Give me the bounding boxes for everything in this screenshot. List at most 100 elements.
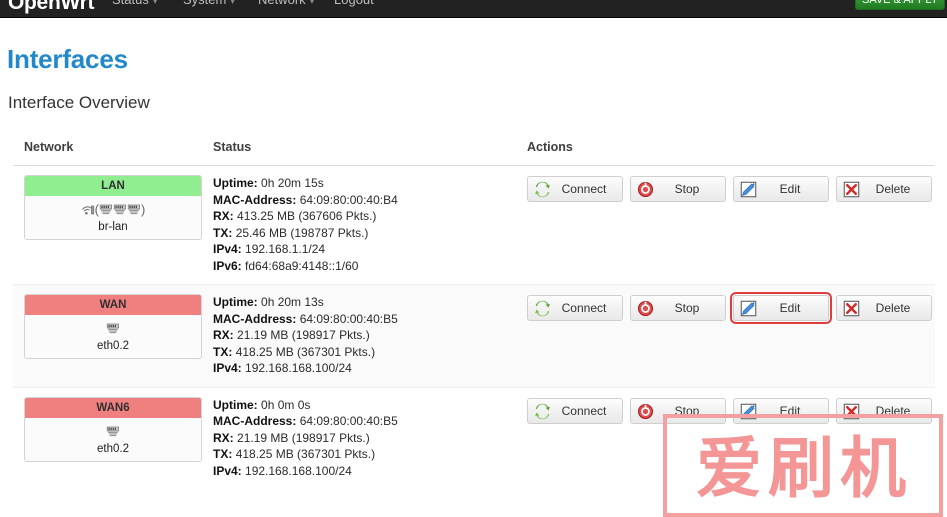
connect-button[interactable]: Connect: [527, 397, 623, 424]
status-label: TX:: [213, 225, 233, 240]
status-line: Uptime: 0h 20m 13s: [213, 294, 518, 311]
status-line: TX: 418.25 MB (367301 Pkts.): [213, 446, 518, 463]
edit-icon: [740, 181, 757, 198]
table-header: Network Status Actions: [13, 131, 935, 166]
status-line: Uptime: 0h 0m 0s: [213, 397, 518, 414]
status-line: RX: 21.19 MB (198917 Pkts.): [213, 430, 518, 447]
zone-interface-name: eth0.2: [97, 442, 129, 455]
zone-badge-lan[interactable]: LAN () br-lan: [24, 175, 202, 240]
delete-button[interactable]: Delete: [836, 295, 932, 321]
button-label: Connect: [561, 301, 607, 315]
status-line: IPv4: 192.168.168.100/24: [213, 360, 518, 377]
nav-item-logout-label: Logout: [334, 0, 374, 7]
nav-item-system-label: System: [183, 0, 226, 7]
button-label: Connect: [561, 403, 607, 418]
action-button-group: Connect Stop Edit Delete: [527, 397, 935, 424]
table-row: WAN6 eth0.2 Uptime: 0h 0m 0s MAC-Address: 6…: [13, 387, 935, 489]
zone-device-icons: (): [29, 203, 197, 219]
status-value: 0h 20m 15s: [261, 176, 324, 190]
status-label: Uptime:: [213, 295, 258, 309]
edit-icon: [740, 403, 757, 420]
column-header-status: Status: [203, 131, 518, 166]
page-title: Interfaces: [7, 44, 128, 74]
status-value: 192.168.1.1/24: [245, 242, 326, 256]
chevron-down-icon: ▾: [152, 0, 158, 6]
connect-button[interactable]: Connect: [527, 295, 623, 321]
action-button-group: Connect Stop Edit Delete: [527, 292, 935, 324]
status-label: IPv4:: [213, 361, 242, 375]
status-value: 413.25 MB (367606 Pkts.): [237, 209, 377, 223]
connect-icon: [534, 403, 551, 420]
status-line: Uptime: 0h 20m 15s: [213, 175, 518, 192]
status-list: Uptime: 0h 0m 0s MAC-Address: 64:09:80:00…: [213, 397, 518, 480]
status-cell: Uptime: 0h 0m 0s MAC-Address: 64:09:80:00…: [203, 387, 518, 489]
nav-item-logout[interactable]: Logout: [334, 0, 374, 7]
button-label: Stop: [674, 182, 700, 196]
nav-item-network[interactable]: Network▾: [258, 0, 314, 7]
button-label: Edit: [779, 403, 801, 418]
table-row: LAN() br-lan Uptime: 0h 20m 15s MAC-Address…: [13, 165, 935, 285]
button-label: Edit: [779, 182, 801, 196]
edit-button[interactable]: Edit: [730, 292, 832, 324]
network-cell: WAN eth0.2: [13, 284, 203, 388]
delete-icon: [843, 403, 860, 420]
top-navigation-bar: OpenWrt Status▾ System▾ Network▾ Logout …: [0, 0, 947, 18]
zone-badge-wan6[interactable]: WAN6 eth0.2: [24, 396, 202, 462]
edit-button[interactable]: Edit: [733, 397, 829, 424]
chevron-down-icon: ▾: [230, 0, 235, 6]
stop-button[interactable]: Stop: [630, 176, 726, 202]
status-line: IPv4: 192.168.1.1/24: [213, 241, 518, 258]
table-row: WAN eth0.2 Uptime: 0h 20m 13s MAC-Address: …: [13, 284, 935, 388]
status-label: MAC-Address:: [213, 311, 297, 326]
column-header-network: Network: [13, 131, 203, 166]
actions-cell: Connect Stop Edit Delete: [518, 284, 935, 388]
status-line: TX: 418.25 MB (367301 Pkts.): [213, 344, 518, 361]
ethernet-icon: [99, 204, 113, 216]
status-value: 418.25 MB (367301 Pkts.): [235, 344, 376, 359]
status-value: 25.46 MB (198787 Pkts.): [235, 225, 369, 240]
connect-icon: [534, 300, 551, 317]
actions-cell: Connect Stop Edit Delete: [518, 387, 935, 489]
button-label: Stop: [674, 403, 700, 418]
delete-icon: [843, 300, 860, 317]
status-line: MAC-Address: 64:09:80:00:40:B5: [213, 413, 518, 430]
connect-button[interactable]: Connect: [527, 176, 623, 202]
status-list: Uptime: 0h 20m 15s MAC-Address: 64:09:80:…: [213, 175, 518, 274]
stop-button[interactable]: Stop: [630, 295, 726, 321]
action-button-group: Connect Stop Edit Delete: [527, 175, 935, 202]
delete-button[interactable]: Delete: [836, 397, 932, 424]
delete-button[interactable]: Delete: [836, 176, 932, 202]
network-cell: LAN () br-lan: [13, 165, 203, 285]
status-label: IPv4:: [213, 242, 242, 256]
chevron-down-icon: ▾: [309, 0, 315, 6]
save-and-apply-button[interactable]: SAVE & APPLY: [855, 0, 945, 10]
status-line: IPv6: fd64:68a9:4148::1/60: [213, 258, 518, 275]
edit-button[interactable]: Edit: [733, 176, 829, 202]
nav-item-network-label: Network: [258, 0, 306, 7]
status-line: MAC-Address: 64:09:80:00:40:B5: [213, 311, 518, 328]
status-cell: Uptime: 0h 20m 13s MAC-Address: 64:09:80:…: [203, 284, 518, 388]
nav-item-system[interactable]: System ▾: [183, 0, 235, 7]
status-line: RX: 413.25 MB (367606 Pkts.): [213, 208, 518, 225]
zone-badge-wan[interactable]: WAN eth0.2: [24, 294, 202, 359]
table-header-row: Network Status Actions: [13, 131, 935, 166]
status-label: IPv4:: [213, 463, 242, 478]
button-label: Delete: [875, 301, 911, 315]
status-label: IPv6:: [213, 258, 242, 273]
nav-item-status-label: Status: [112, 0, 149, 7]
zone-device-icons: [29, 425, 197, 441]
status-value: 64:09:80:00:40:B4: [299, 192, 398, 207]
status-label: Uptime:: [213, 176, 258, 190]
status-value: 0h 20m 13s: [261, 295, 324, 309]
zone-body: eth0.2: [25, 417, 201, 461]
status-line: RX: 21.19 MB (198917 Pkts.): [213, 327, 518, 344]
stop-icon: [637, 403, 654, 420]
wifi-icon: [81, 204, 95, 216]
nav-item-status[interactable]: Status▾: [112, 0, 157, 7]
brand-logo[interactable]: OpenWrt: [8, 0, 94, 15]
stop-button[interactable]: Stop: [630, 397, 726, 424]
status-value: 64:09:80:00:40:B5: [299, 311, 398, 326]
status-label: Uptime:: [213, 397, 258, 412]
zone-interface-name: br-lan: [98, 221, 128, 233]
status-label: RX:: [213, 209, 234, 223]
